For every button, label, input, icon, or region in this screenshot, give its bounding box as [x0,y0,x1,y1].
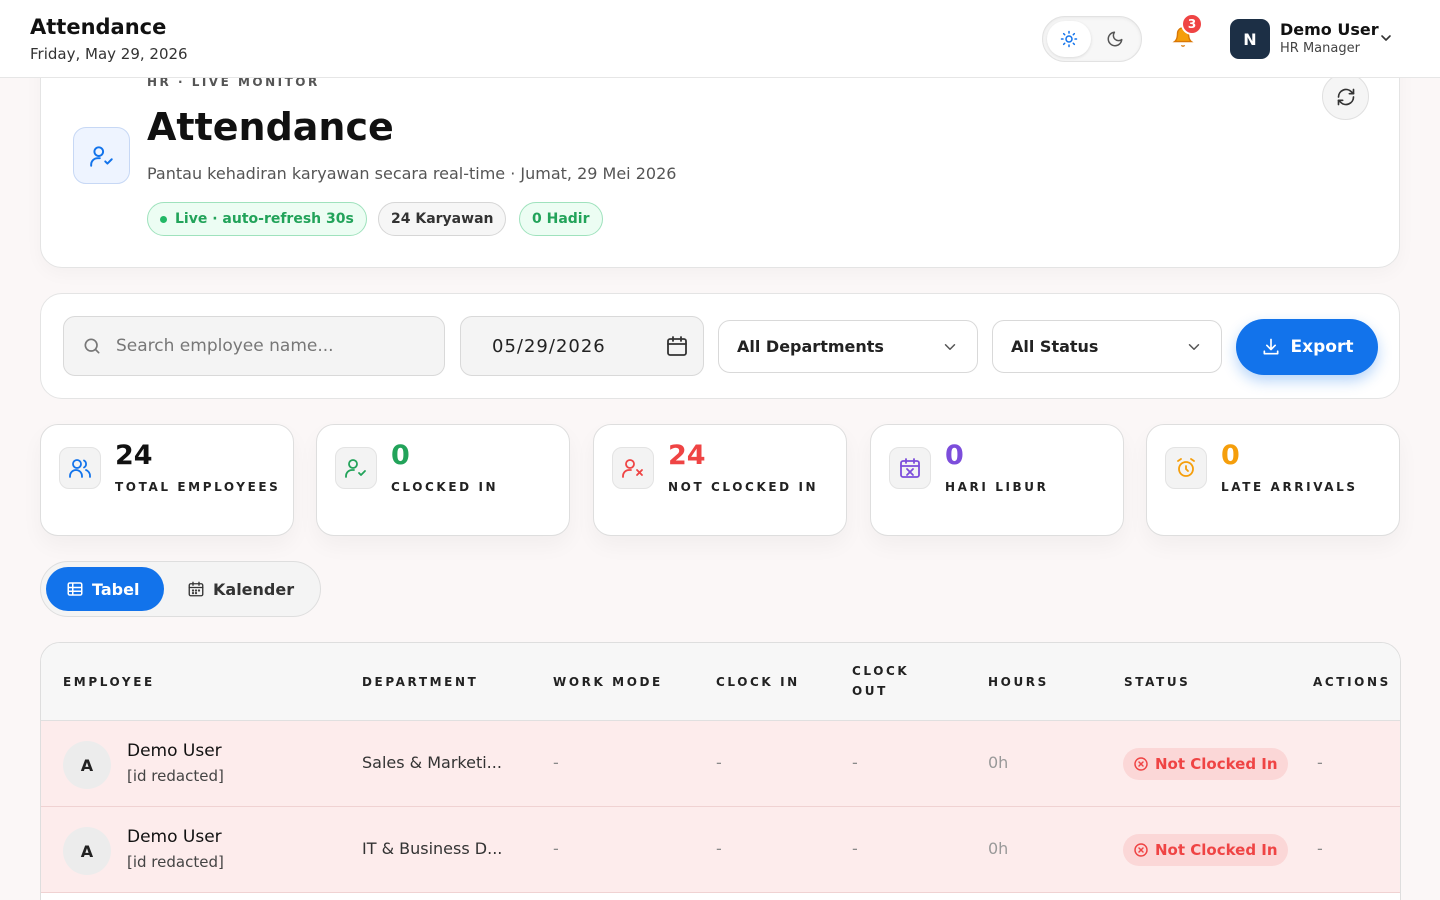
user-avatar[interactable]: N [1230,19,1270,59]
employee-id: [id redacted] [127,853,224,871]
user-menu-chevron[interactable] [1376,28,1396,48]
refresh-button[interactable] [1322,73,1369,120]
stat-card-holiday: 0 HARI LIBUR [870,424,1124,536]
chevron-down-icon [1188,344,1200,350]
status-badge: Not Clocked In [1123,834,1288,866]
dark-mode-button[interactable] [1093,21,1137,57]
date-value: 05/29/2026 [492,335,606,357]
work-mode-cell: - [553,839,559,858]
column-header-actions: ACTIONS [1313,675,1391,689]
live-dot-icon [160,215,167,223]
stat-value: 0 [1221,440,1240,471]
theme-toggle[interactable] [1042,16,1142,62]
stat-card-total-employees: 24 TOTAL EMPLOYEES [40,424,294,536]
download-icon [1263,338,1279,355]
employee-name: Demo User [127,741,222,761]
view-toggle: Tabel Kalender [40,561,321,617]
table-row[interactable]: A Demo User [id redacted] IT & Business … [41,807,1400,893]
department-select[interactable]: All Departments [718,320,978,373]
calendar-icon [188,581,204,597]
hours-cell: 0h [988,839,1009,858]
calendar-icon[interactable] [665,334,689,358]
sun-icon [1060,30,1078,48]
user-role: HR Manager [1280,41,1360,56]
current-date: Friday, May 29, 2026 [30,45,188,63]
avatar: A [63,741,111,789]
department-cell: Sales & Marketi... [362,753,502,772]
top-bar: Attendance Friday, May 29, 2026 3 N Demo… [0,0,1440,78]
stat-card-late-arrivals: 0 LATE ARRIVALS [1146,424,1400,536]
stat-label: CLOCKED IN [391,480,499,494]
user-check-icon [335,447,377,489]
clock-out-cell: - [852,839,858,858]
section-subtitle: Pantau kehadiran karyawan secara real-ti… [147,164,677,183]
section-title: Attendance [147,105,394,149]
search-icon [84,338,100,354]
search-input[interactable] [116,336,416,356]
date-picker[interactable]: 05/29/2026 [460,316,704,376]
actions-cell: - [1317,753,1323,772]
chevron-down-icon [1381,35,1391,41]
stat-label: NOT CLOCKED IN [668,480,819,494]
department-cell: IT & Business D... [362,839,503,858]
stat-value: 24 [668,440,706,471]
user-check-icon [73,127,130,184]
present-count-chip: 0 Hadir [519,202,603,236]
hours-cell: 0h [988,753,1009,772]
users-icon [59,447,101,489]
employee-count-chip: 24 Karyawan [378,202,507,236]
status-badge: Not Clocked In [1123,748,1288,780]
x-circle-icon [1134,757,1148,771]
column-header-employee: EMPLOYEE [63,675,155,689]
user-x-icon [612,447,654,489]
x-circle-icon [1134,843,1148,857]
column-header-department: DEPARTMENT [362,675,479,689]
stat-value: 0 [391,440,410,471]
refresh-icon [1337,88,1354,105]
column-header-clock-in: CLOCK IN [716,675,800,689]
column-header-hours: HOURS [988,675,1049,689]
avatar: A [63,827,111,875]
attendance-table: EMPLOYEE DEPARTMENT WORK MODE CLOCK IN C… [40,642,1401,900]
stat-card-not-clocked-in: 24 NOT CLOCKED IN [593,424,847,536]
column-header-work-mode: WORK MODE [553,675,663,689]
column-header-clock-out: CLOCK OUT [852,664,910,698]
stat-card-clocked-in: 0 CLOCKED IN [316,424,570,536]
user-name[interactable]: Demo User [1280,20,1379,39]
tab-calendar[interactable]: Kalender [187,567,317,611]
light-mode-button[interactable] [1047,21,1091,57]
column-header-status: STATUS [1124,675,1191,689]
page-title: Attendance [30,15,167,39]
moon-icon [1107,31,1123,47]
actions-cell: - [1317,839,1323,858]
calendar-x-icon [889,447,931,489]
search-field[interactable] [63,316,445,376]
stat-label: HARI LIBUR [945,480,1049,494]
clock-out-cell: - [852,753,858,772]
live-refresh-chip: Live · auto-refresh 30s [147,202,367,236]
alarm-clock-icon [1165,447,1207,489]
filter-bar: 05/29/2026 All Departments All Status Ex… [40,293,1400,399]
table-icon [67,582,83,596]
stat-label: TOTAL EMPLOYEES [115,480,281,494]
notification-badge: 3 [1181,13,1203,35]
employee-name: Demo User [127,827,222,847]
employee-id: [id redacted] [127,767,224,785]
table-row[interactable]: A Demo User [id redacted] Sales & Market… [41,721,1400,807]
clock-in-cell: - [716,839,722,858]
chevron-down-icon [944,344,956,350]
status-select[interactable]: All Status [992,320,1222,373]
table-header: EMPLOYEE DEPARTMENT WORK MODE CLOCK IN C… [41,643,1400,721]
clock-in-cell: - [716,753,722,772]
work-mode-cell: - [553,753,559,772]
stat-value: 24 [115,440,153,471]
tab-table[interactable]: Tabel [46,567,164,611]
stat-label: LATE ARRIVALS [1221,480,1358,494]
stat-value: 0 [945,440,964,471]
export-button[interactable]: Export [1236,319,1378,375]
